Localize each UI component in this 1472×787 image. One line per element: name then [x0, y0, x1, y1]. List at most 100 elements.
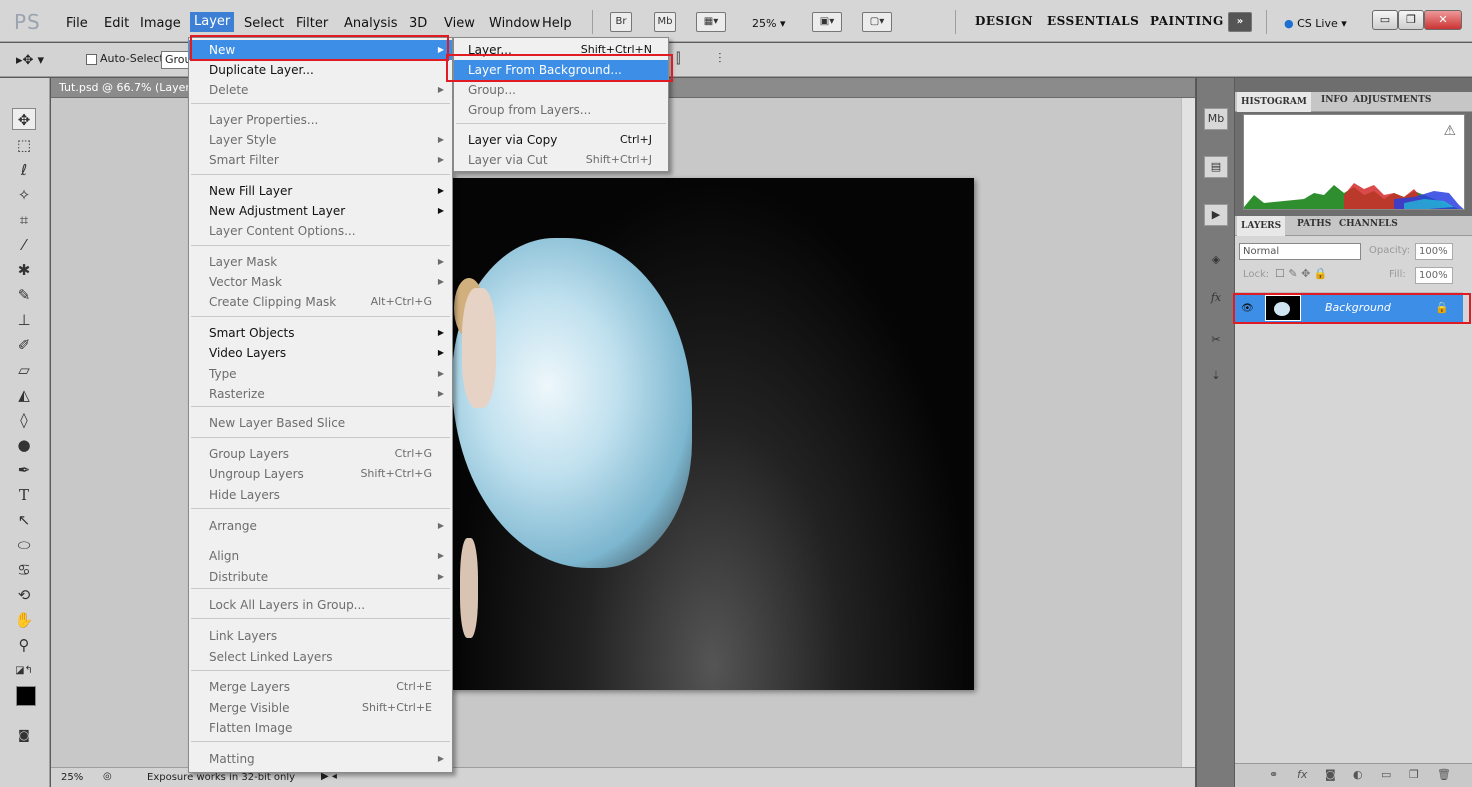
- move-tool-icon[interactable]: ✥: [12, 108, 36, 130]
- hand-tool-icon[interactable]: ✋: [12, 609, 36, 631]
- blur-tool-icon[interactable]: ◊: [12, 409, 36, 431]
- minibridge-button[interactable]: Mb: [654, 12, 676, 32]
- 3d-orbit-tool-icon[interactable]: ⟲: [12, 584, 36, 606]
- more-workspaces-button[interactable]: »: [1228, 12, 1252, 32]
- layer-menu-item-distribute[interactable]: Distribute ▶: [189, 567, 452, 587]
- minimize-button[interactable]: ▭: [1372, 10, 1398, 30]
- tab-channels[interactable]: CHANNELS: [1339, 219, 1398, 229]
- menu-select[interactable]: Select: [240, 14, 288, 34]
- 3d-rotate-tool-icon[interactable]: ♋: [12, 559, 36, 581]
- crop-tool-icon[interactable]: ⌗: [12, 209, 36, 231]
- minibridge-panel-icon[interactable]: Mb: [1204, 108, 1228, 130]
- clone-source-icon[interactable]: ⇣: [1204, 366, 1228, 388]
- menu-help[interactable]: Help: [538, 14, 576, 34]
- swap-colors-icon[interactable]: ◪↰: [12, 660, 36, 682]
- layer-menu-item-lock-all-layers-in-group[interactable]: Lock All Layers in Group...: [189, 595, 452, 615]
- layer-menu-item-layer-content-options[interactable]: Layer Content Options...: [189, 221, 452, 241]
- menu-analysis[interactable]: Analysis: [340, 14, 402, 34]
- link-layers-icon[interactable]: ⚭: [1269, 768, 1278, 781]
- tools-preset-icon[interactable]: ✂: [1204, 330, 1228, 352]
- arrange-documents-icon[interactable]: ▣▾: [812, 12, 842, 32]
- menu-edit[interactable]: Edit: [100, 14, 133, 34]
- shape-tool-icon[interactable]: ⬭: [12, 534, 36, 556]
- layer-menu-item-matting[interactable]: Matting ▶: [189, 749, 452, 769]
- layer-menu-item-video-layers[interactable]: Video Layers ▶: [189, 343, 452, 363]
- layer-menu-item-group-layers[interactable]: Group Layers Ctrl+G: [189, 444, 452, 464]
- menu-layer[interactable]: Layer: [190, 12, 235, 32]
- stamp-tool-icon[interactable]: ⊥: [12, 309, 36, 331]
- layer-menu-item-merge-layers[interactable]: Merge Layers Ctrl+E: [189, 677, 452, 697]
- lasso-tool-icon[interactable]: ℓ: [12, 159, 36, 181]
- layer-menu-item-type[interactable]: Type ▶: [189, 364, 452, 384]
- zoom-dropdown[interactable]: 25% ▾: [748, 14, 789, 34]
- eraser-tool-icon[interactable]: ▱: [12, 359, 36, 381]
- layer-menu-item-new-fill-layer[interactable]: New Fill Layer ▶: [189, 181, 452, 201]
- menu-window[interactable]: Window: [485, 14, 544, 34]
- move-tool-icon[interactable]: ▸✥ ▾: [16, 53, 44, 68]
- layer-menu-item-align[interactable]: Align ▶: [189, 546, 452, 566]
- blend-mode-dropdown[interactable]: Normal: [1239, 243, 1361, 260]
- layer-menu-item-smart-objects[interactable]: Smart Objects ▶: [189, 323, 452, 343]
- tab-layers[interactable]: LAYERS: [1237, 216, 1286, 236]
- workspace-design[interactable]: DESIGN: [975, 14, 1033, 28]
- layer-menu-item-delete[interactable]: Delete ▶: [189, 80, 452, 100]
- layer-menu-item-arrange[interactable]: Arrange ▶: [189, 516, 452, 536]
- adjustment-layer-icon[interactable]: ◐: [1353, 768, 1363, 781]
- vertical-scrollbar[interactable]: [1181, 98, 1195, 767]
- quick-mask-icon[interactable]: ◙: [12, 724, 36, 746]
- add-mask-icon[interactable]: ◙: [1325, 768, 1336, 781]
- workspace-painting[interactable]: PAINTING: [1150, 14, 1224, 28]
- dodge-tool-icon[interactable]: ●: [12, 434, 36, 456]
- layer-menu-item-rasterize[interactable]: Rasterize ▶: [189, 384, 452, 404]
- layer-menu-item-select-linked-layers[interactable]: Select Linked Layers: [189, 647, 452, 667]
- path-select-tool-icon[interactable]: ↖: [12, 509, 36, 531]
- layer-menu-item-flatten-image[interactable]: Flatten Image: [189, 718, 452, 738]
- layer-menu-item-create-clipping-mask[interactable]: Create Clipping Mask Alt+Ctrl+G: [189, 292, 452, 312]
- bridge-button[interactable]: Br: [610, 12, 632, 32]
- auto-select-checkbox[interactable]: [86, 54, 97, 65]
- menu-3d[interactable]: 3D: [405, 14, 431, 34]
- layer-menu-item-new-layer-based-slice[interactable]: New Layer Based Slice: [189, 413, 452, 433]
- status-info-icon[interactable]: ◎: [103, 771, 112, 782]
- lock-options-icons[interactable]: ☐ ✎ ✥ 🔒: [1275, 267, 1327, 280]
- workspace-essentials[interactable]: ESSENTIALS: [1047, 14, 1139, 28]
- layer-menu-item-smart-filter[interactable]: Smart Filter ▶: [189, 150, 452, 170]
- layer-style-icon[interactable]: fx: [1297, 768, 1307, 781]
- menu-view[interactable]: View: [440, 14, 479, 34]
- tab-adjustments[interactable]: ADJUSTMENTS: [1353, 95, 1431, 105]
- play-panel-icon[interactable]: ▶: [1204, 204, 1228, 226]
- styles-panel-icon[interactable]: fx: [1204, 288, 1228, 310]
- delete-layer-icon[interactable]: 🗑: [1437, 768, 1451, 781]
- opacity-field[interactable]: 100%: [1415, 243, 1453, 260]
- eyedropper-tool-icon[interactable]: ⁄: [12, 234, 36, 256]
- zoom-tool-icon[interactable]: ⚲: [12, 634, 36, 656]
- layer-menu-item-merge-visible[interactable]: Merge Visible Shift+Ctrl+E: [189, 698, 452, 718]
- new-submenu-item-layer-via-copy[interactable]: Layer via Copy Ctrl+J: [454, 130, 668, 150]
- tab-paths[interactable]: PATHS: [1297, 219, 1331, 229]
- actions-panel-icon[interactable]: ▤: [1204, 156, 1228, 178]
- zoom-level[interactable]: 25%: [61, 772, 83, 783]
- screen-mode-icon[interactable]: ▢▾: [862, 12, 892, 32]
- brush-tool-icon[interactable]: ✎: [12, 284, 36, 306]
- layer-menu-item-layer-mask[interactable]: Layer Mask ▶: [189, 252, 452, 272]
- maximize-button[interactable]: ❐: [1398, 10, 1424, 30]
- new-group-icon[interactable]: ▭: [1381, 768, 1391, 781]
- paint-bucket-tool-icon[interactable]: ◭: [12, 384, 36, 406]
- marquee-tool-icon[interactable]: ⬚: [12, 134, 36, 156]
- layer-menu-item-link-layers[interactable]: Link Layers: [189, 626, 452, 646]
- close-button[interactable]: ✕: [1424, 10, 1462, 30]
- image-canvas[interactable]: [452, 178, 974, 690]
- layer-menu-item-ungroup-layers[interactable]: Ungroup Layers Shift+Ctrl+G: [189, 464, 452, 484]
- layer-menu-item-layer-properties[interactable]: Layer Properties...: [189, 110, 452, 130]
- layer-menu-item-hide-layers[interactable]: Hide Layers: [189, 485, 452, 505]
- tab-info[interactable]: INFO: [1321, 95, 1348, 105]
- align-icon[interactable]: ⫿: [676, 51, 680, 67]
- cs-live-button[interactable]: ● CS Live ▾: [1280, 14, 1351, 34]
- healing-tool-icon[interactable]: ✱: [12, 259, 36, 281]
- menu-filter[interactable]: Filter: [292, 14, 332, 34]
- layer-menu-item-vector-mask[interactable]: Vector Mask ▶: [189, 272, 452, 292]
- pen-tool-icon[interactable]: ✒: [12, 459, 36, 481]
- menu-image[interactable]: Image: [136, 14, 185, 34]
- quick-select-tool-icon[interactable]: ✧: [12, 184, 36, 206]
- tab-histogram[interactable]: HISTOGRAM: [1237, 92, 1311, 112]
